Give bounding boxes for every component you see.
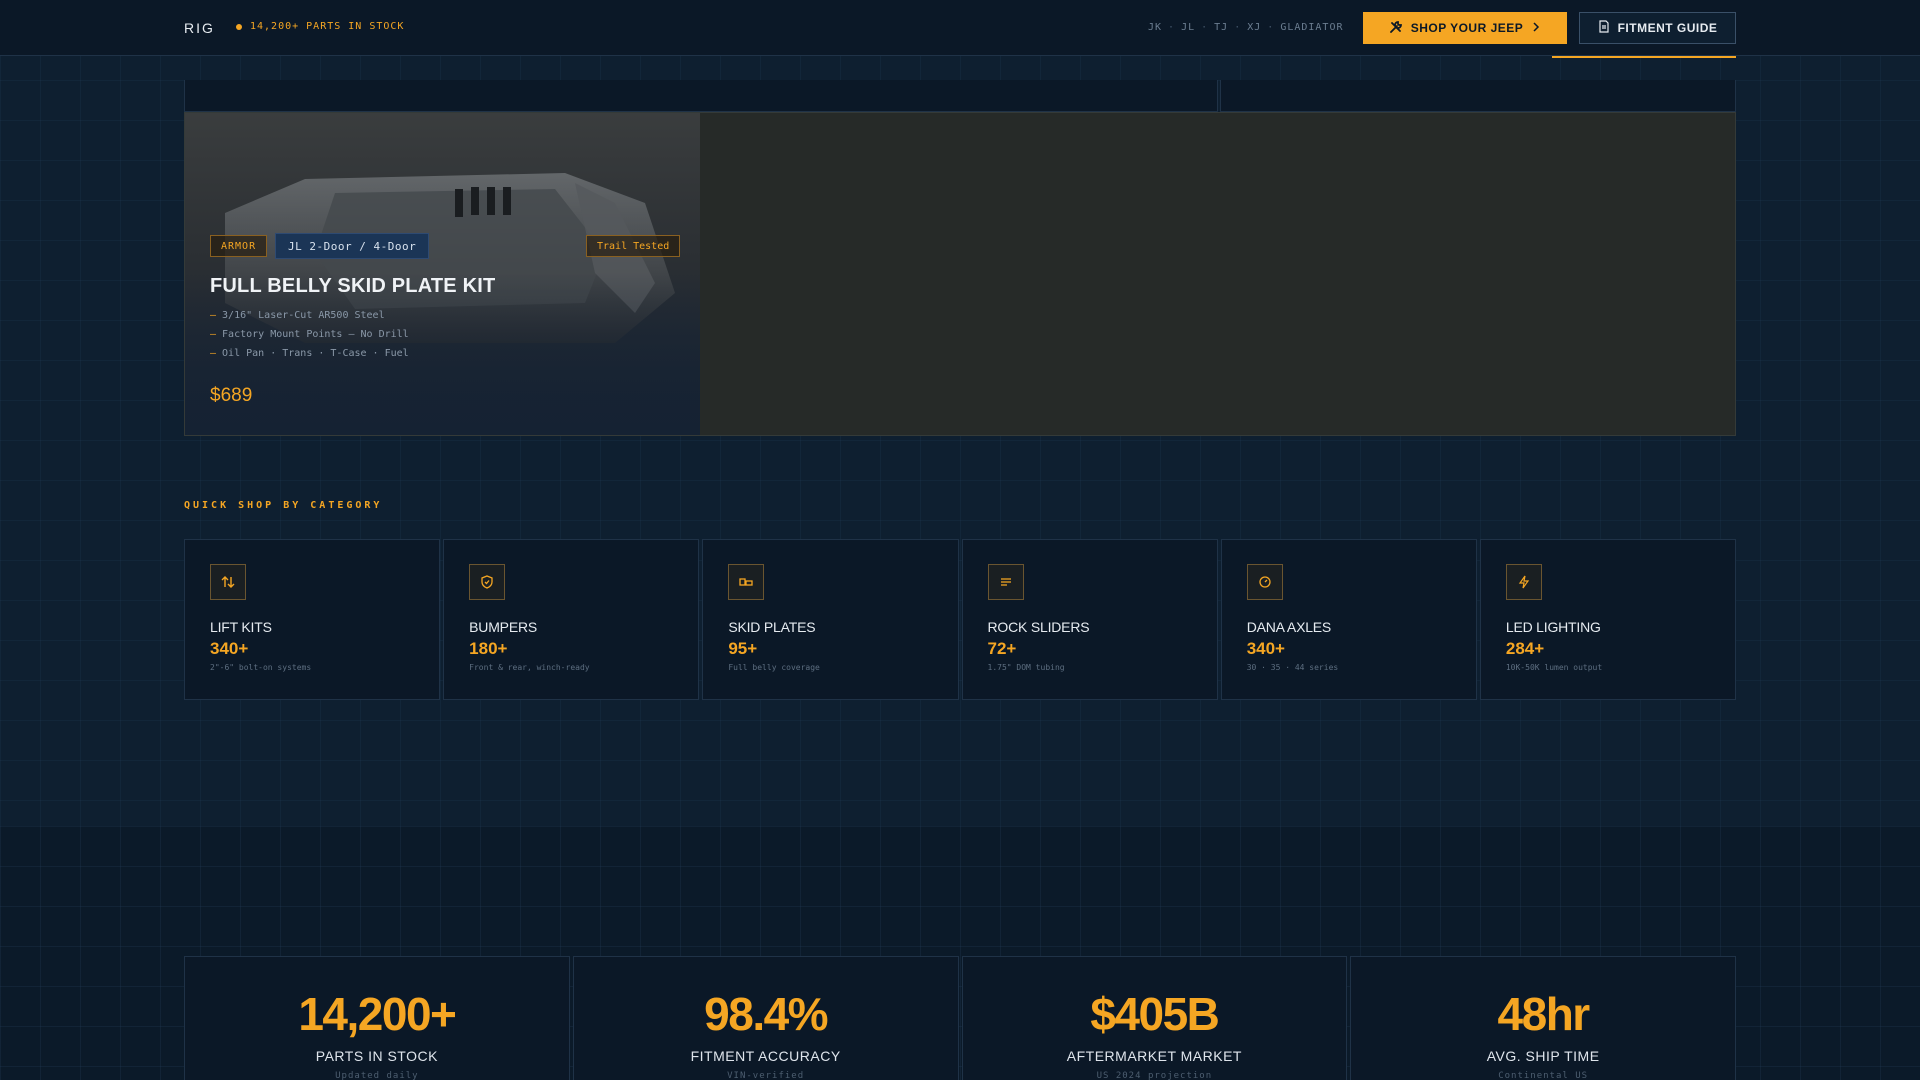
- category-tag: ARMOR: [210, 235, 268, 257]
- model-nav: JK · JL · TJ · XJ · GLADIATOR: [1148, 22, 1344, 33]
- stat-value: 98.4%: [704, 988, 828, 1040]
- stat-card-fitment: 98.4% FITMENT ACCURACY VIN-verified: [572, 956, 959, 1080]
- category-card-led-lighting[interactable]: LED LIGHTING 284+ 10K-50K lumen output: [1479, 539, 1737, 700]
- stat-subtext: VIN-verified: [727, 1071, 805, 1080]
- category-name: BUMPERS: [469, 619, 538, 635]
- chevron-right-icon: [1531, 21, 1541, 35]
- active-nav-underline: [1552, 56, 1736, 58]
- category-count: 72+: [987, 639, 1017, 658]
- lines-icon: [987, 564, 1024, 600]
- gear-icon: [1246, 564, 1283, 600]
- dash-icon: —: [210, 348, 217, 359]
- category-description: Front & rear, winch-ready: [469, 663, 590, 672]
- stat-card-market: $405B AFTERMARKET MARKET US 2024 project…: [961, 956, 1348, 1080]
- status-dot-icon: [236, 23, 242, 30]
- spec-text: 3/16" Laser-Cut AR500 Steel: [222, 310, 385, 321]
- stat-card-parts: 14,200+ PARTS IN STOCK Updated daily: [184, 956, 570, 1080]
- category-card-lift-kits[interactable]: LIFT KITS 340+ 2"-6" bolt-on systems: [184, 539, 441, 700]
- skid-plate-image: [185, 113, 700, 435]
- fitment-guide-button[interactable]: FITMENT GUIDE: [1579, 12, 1736, 44]
- category-name: LIFT KITS: [210, 619, 272, 635]
- category-grid: LIFT KITS 340+ 2"-6" bolt-on systems BUM…: [184, 539, 1737, 700]
- stock-status: 14,200+ PARTS IN STOCK: [236, 21, 404, 32]
- fitment-guide-label: FITMENT GUIDE: [1617, 21, 1718, 35]
- category-count: 180+: [469, 639, 508, 658]
- category-description: Full belly coverage: [728, 663, 820, 672]
- stat-subtext: Continental US: [1498, 1071, 1589, 1080]
- category-description: 1.75" DOM tubing: [987, 663, 1065, 672]
- shop-your-jeep-button[interactable]: SHOP YOUR JEEP: [1363, 12, 1567, 44]
- bolt-icon: [1505, 564, 1542, 600]
- product-card-partial: [184, 80, 1218, 112]
- category-card-dana-axles[interactable]: DANA AXLES 340+ 30 · 35 · 44 series: [1220, 539, 1477, 700]
- trail-tested-badge: Trail Tested: [586, 235, 681, 257]
- stat-subtext: US 2024 projection: [1096, 1071, 1213, 1080]
- category-card-skid-plates[interactable]: SKID PLATES 95+ Full belly coverage: [702, 539, 959, 700]
- stat-card-shipping: 48hr AVG. SHIP TIME Continental US: [1350, 956, 1736, 1080]
- model-link-jk[interactable]: JK: [1148, 22, 1162, 33]
- stat-label: AFTERMARKET MARKET: [1066, 1048, 1242, 1064]
- product-card-partial: [1220, 80, 1736, 112]
- model-link-jl[interactable]: JL: [1181, 22, 1195, 33]
- model-link-tj[interactable]: TJ: [1214, 22, 1228, 33]
- stat-label: PARTS IN STOCK: [315, 1048, 438, 1064]
- category-count: 340+: [210, 639, 249, 658]
- category-description: 2"-6" bolt-on systems: [210, 663, 312, 672]
- spec-list: — 3/16" Laser-Cut AR500 Steel — Factory Mo…: [210, 310, 409, 367]
- spec-item: — Factory Mount Points — No Drill: [210, 329, 409, 348]
- category-description: 30 · 35 · 44 series: [1246, 663, 1339, 672]
- model-separator: ·: [1234, 22, 1242, 33]
- model-separator: ·: [1201, 22, 1209, 33]
- stat-value: $405B: [1090, 988, 1220, 1040]
- spec-text: Factory Mount Points — No Drill: [222, 329, 409, 340]
- dash-icon: —: [210, 329, 217, 340]
- spec-item: — Oil Pan · Trans · T-Case · Fuel: [210, 348, 409, 367]
- shield-icon: [469, 564, 506, 600]
- category-count: 284+: [1505, 639, 1545, 658]
- product-title[interactable]: FULL BELLY SKID PLATE KIT: [210, 275, 495, 298]
- stock-status-label: 14,200+ PARTS IN STOCK: [250, 21, 405, 32]
- plates-icon: [728, 564, 765, 600]
- category-name: ROCK SLIDERS: [987, 619, 1090, 635]
- category-card-rock-sliders[interactable]: ROCK SLIDERS 72+ 1.75" DOM tubing: [961, 539, 1218, 700]
- product-price: $689: [210, 385, 253, 406]
- model-separator: ·: [1168, 22, 1176, 33]
- category-card-bumpers[interactable]: BUMPERS 180+ Front & rear, winch-ready: [443, 539, 700, 700]
- spec-item: — 3/16" Laser-Cut AR500 Steel: [210, 310, 409, 329]
- shop-your-jeep-label: SHOP YOUR JEEP: [1410, 21, 1524, 35]
- stats-row: 14,200+ PARTS IN STOCK Updated daily 98.…: [184, 956, 1736, 1080]
- category-name: LED LIGHTING: [1505, 619, 1601, 635]
- fitment-tag: JL 2-Door / 4-Door: [275, 233, 430, 259]
- category-description: 10K-50K lumen output: [1505, 663, 1603, 672]
- lift-arrows-icon: [210, 564, 246, 600]
- category-count: 340+: [1246, 639, 1285, 658]
- model-link-xj[interactable]: XJ: [1247, 22, 1261, 33]
- stat-label: AVG. SHIP TIME: [1486, 1048, 1600, 1064]
- category-count: 95+: [728, 639, 758, 658]
- brand-logo[interactable]: RIG: [184, 20, 215, 36]
- stat-value: 48hr: [1497, 988, 1591, 1040]
- model-separator: ·: [1267, 22, 1275, 33]
- category-name: SKID PLATES: [728, 619, 816, 635]
- site-header: RIG 14,200+ PARTS IN STOCK JK · JL · TJ …: [0, 0, 1920, 56]
- stat-label: FITMENT ACCURACY: [690, 1048, 841, 1064]
- stat-subtext: Updated daily: [335, 1071, 419, 1080]
- quick-shop-heading: QUICK SHOP BY CATEGORY: [184, 500, 383, 511]
- featured-product-card[interactable]: ARMOR JL 2-Door / 4-Door Trail Tested FU…: [184, 112, 1736, 436]
- stat-value: 14,200+: [298, 988, 457, 1040]
- spec-text: Oil Pan · Trans · T-Case · Fuel: [222, 348, 409, 359]
- wrench-icon: [1389, 20, 1403, 37]
- category-name: DANA AXLES: [1246, 619, 1332, 635]
- model-link-gladiator[interactable]: GLADIATOR: [1280, 22, 1343, 33]
- dash-icon: —: [210, 310, 217, 321]
- document-icon: [1598, 20, 1610, 36]
